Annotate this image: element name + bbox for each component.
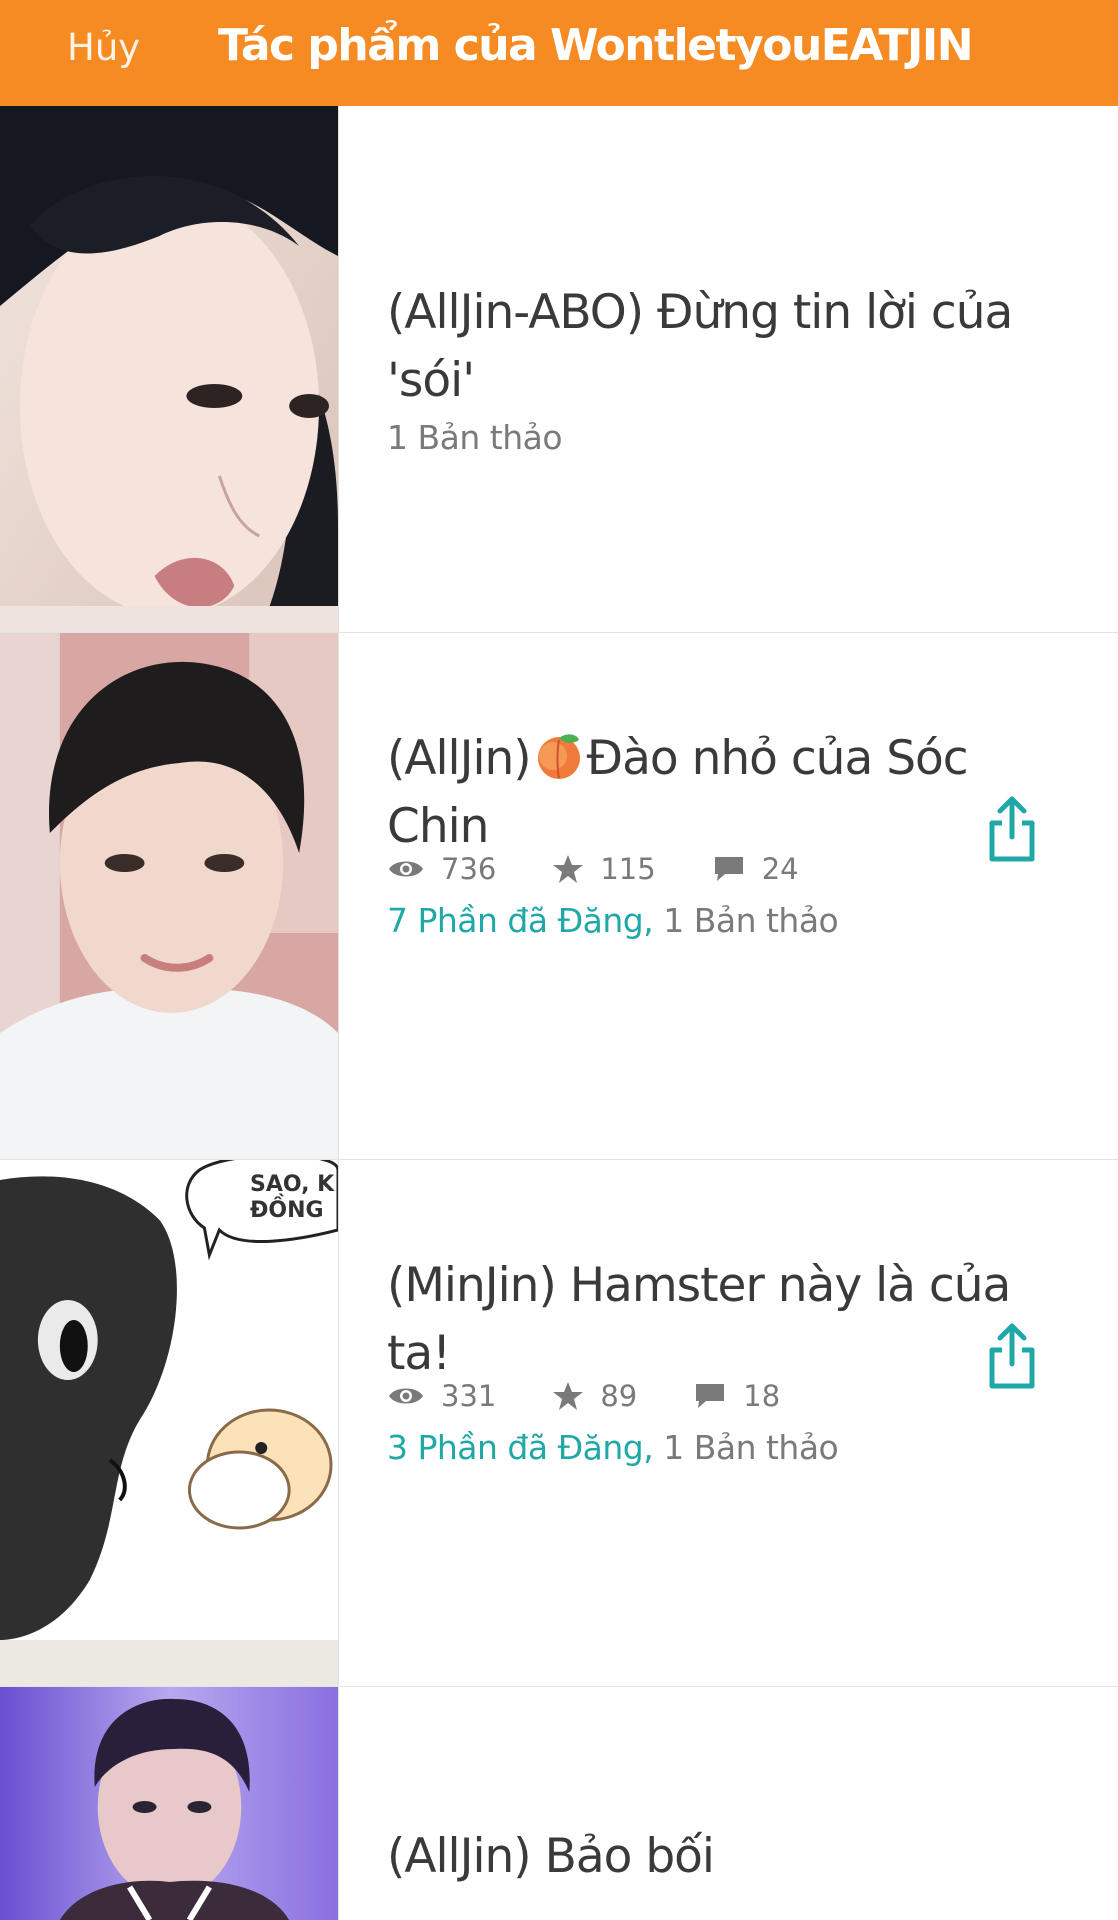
story-cover-image[interactable]: SAO, K ĐỒNG — [0, 1160, 339, 1686]
story-parts: 3 Phần đã Đăng, 1 Bản thảo — [387, 1428, 839, 1467]
comment-icon — [714, 857, 743, 881]
story-title[interactable]: (AllJin) Đào nhỏ của Sóc Chin — [387, 725, 1027, 861]
portrait-image — [0, 106, 338, 632]
published-count[interactable]: 3 Phần đã Đăng, — [387, 1428, 654, 1467]
comment-icon — [696, 1384, 725, 1408]
comments-stat: 24 — [712, 852, 799, 886]
votes-stat: 89 — [552, 1379, 637, 1413]
story-title[interactable]: (AllJin-ABO) Đừng tin lời của 'sói' — [387, 279, 1027, 415]
comic-image — [0, 1160, 338, 1686]
cancel-button[interactable]: Hủy — [67, 26, 140, 69]
views-stat: 736 — [387, 852, 496, 886]
comments-stat: 18 — [693, 1379, 780, 1413]
story-cover-image[interactable] — [0, 633, 339, 1159]
story-parts: 7 Phần đã Đăng, 1 Bản thảo — [387, 901, 839, 940]
draft-count: 1 Bản thảo — [663, 901, 839, 940]
draft-count: 1 Bản thảo — [663, 1428, 839, 1467]
eye-icon — [389, 861, 423, 877]
story-cover-image[interactable] — [0, 106, 339, 632]
peach-icon — [537, 734, 580, 779]
share-icon[interactable] — [985, 795, 1039, 863]
story-row[interactable]: (AllJin) Đào nhỏ của Sóc Chin 736 115 24… — [0, 633, 1118, 1160]
story-stats: 736 115 24 — [387, 849, 855, 889]
story-row[interactable]: (AllJin) Bảo bối — [0, 1687, 1118, 1920]
eye-icon — [389, 1388, 423, 1404]
votes-count: 89 — [600, 1379, 638, 1413]
story-title[interactable]: (AllJin) Bảo bối — [387, 1823, 1027, 1891]
portrait-image — [0, 633, 338, 1159]
story-title[interactable]: (MinJin) Hamster này là của ta! — [387, 1252, 1027, 1388]
views-stat: 331 — [387, 1379, 496, 1413]
votes-count: 115 — [600, 852, 656, 886]
portrait-image — [0, 1687, 338, 1920]
views-count: 736 — [441, 852, 497, 886]
comments-count: 24 — [761, 852, 799, 886]
published-count[interactable]: 7 Phần đã Đăng, — [387, 901, 654, 940]
comic-speech-text: SAO, K ĐỒNG — [250, 1172, 335, 1223]
story-row[interactable]: (AllJin-ABO) Đừng tin lời của 'sói' 1 Bả… — [0, 106, 1118, 633]
top-bar: Hủy Tác phẩm của WontletyouEATJIN — [0, 0, 1118, 106]
star-icon — [553, 855, 584, 883]
votes-stat: 115 — [552, 852, 656, 886]
story-row[interactable]: SAO, K ĐỒNG (MinJin) Hamster này là của t… — [0, 1160, 1118, 1687]
story-title-text: (AllJin) — [387, 731, 532, 786]
draft-count: 1 Bản thảo — [387, 418, 563, 457]
comments-count: 18 — [743, 1379, 781, 1413]
page-title: Tác phẩm của WontletyouEATJIN — [218, 20, 974, 71]
share-icon[interactable] — [985, 1322, 1039, 1390]
views-count: 331 — [441, 1379, 497, 1413]
star-icon — [553, 1382, 584, 1410]
story-stats: 331 89 18 — [387, 1376, 836, 1416]
story-cover-image[interactable] — [0, 1687, 339, 1920]
